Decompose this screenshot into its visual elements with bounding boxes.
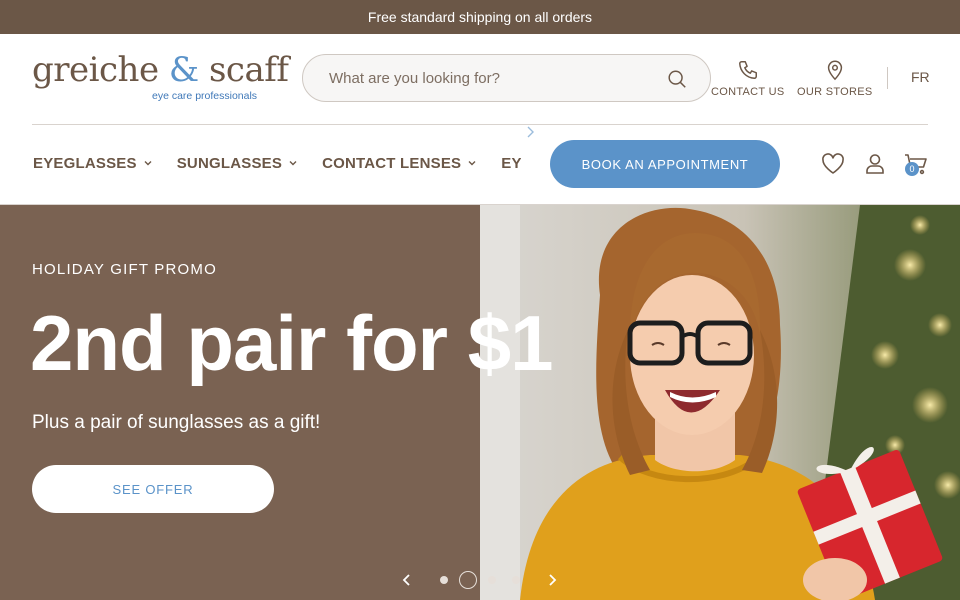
our-stores-link[interactable]: OUR STORES (797, 58, 873, 98)
header-divider (32, 124, 928, 125)
utility-divider (887, 67, 888, 89)
nav-scroll-right-icon[interactable] (523, 124, 537, 140)
hero-photo-illustration (480, 205, 960, 600)
announcement-bar: Free standard shipping on all orders (0, 0, 960, 34)
search-bar[interactable] (302, 54, 711, 102)
language-toggle[interactable]: FR (911, 69, 930, 85)
hero-eyebrow: HOLIDAY GIFT PROMO (32, 261, 217, 278)
announcement-text: Free standard shipping on all orders (367, 9, 593, 25)
carousel-next-button[interactable] (545, 572, 559, 588)
cart-count-badge: 0 (905, 162, 919, 176)
main-nav: EYEGLASSES SUNGLASSES CONTACT LENSES EYE… (33, 150, 521, 176)
nav-item-sunglasses[interactable]: SUNGLASSES (177, 155, 298, 172)
user-icon[interactable] (862, 151, 888, 177)
carousel-prev-button[interactable] (400, 572, 414, 588)
nav-item-eyecare[interactable]: EYECARE A (501, 155, 521, 172)
phone-icon (738, 61, 757, 79)
carousel-dot-3[interactable] (488, 576, 496, 584)
book-appointment-button[interactable]: BOOK AN APPOINTMENT (550, 140, 780, 188)
see-offer-button[interactable]: SEE OFFER (32, 465, 274, 513)
carousel-dot-4[interactable] (512, 576, 520, 584)
our-stores-label: OUR STORES (797, 86, 873, 98)
contact-us-link[interactable]: CONTACT US (711, 58, 785, 98)
brand-logo[interactable]: greiche & scaff eye care professionals (32, 50, 289, 106)
carousel-dot-1[interactable] (440, 576, 448, 584)
hero-image (480, 205, 960, 600)
search-input[interactable] (329, 69, 649, 87)
chevron-down-icon (289, 161, 297, 166)
chevron-down-icon (468, 161, 476, 166)
search-icon[interactable] (666, 68, 688, 90)
nav-item-eyeglasses[interactable]: EYEGLASSES (33, 155, 153, 172)
logo-wordmark: greiche & scaff (32, 50, 289, 90)
chevron-down-icon (144, 161, 152, 166)
hero-subline: Plus a pair of sunglasses as a gift! (32, 412, 321, 433)
hero-headline: 2nd pair for $1 (30, 299, 553, 387)
location-pin-icon (827, 60, 842, 81)
heart-icon[interactable] (820, 151, 846, 177)
logo-tagline: eye care professionals (152, 90, 258, 102)
carousel-dot-2-active[interactable] (459, 571, 477, 589)
nav-item-contact-lenses[interactable]: CONTACT LENSES (322, 155, 477, 172)
contact-us-label: CONTACT US (711, 86, 785, 98)
